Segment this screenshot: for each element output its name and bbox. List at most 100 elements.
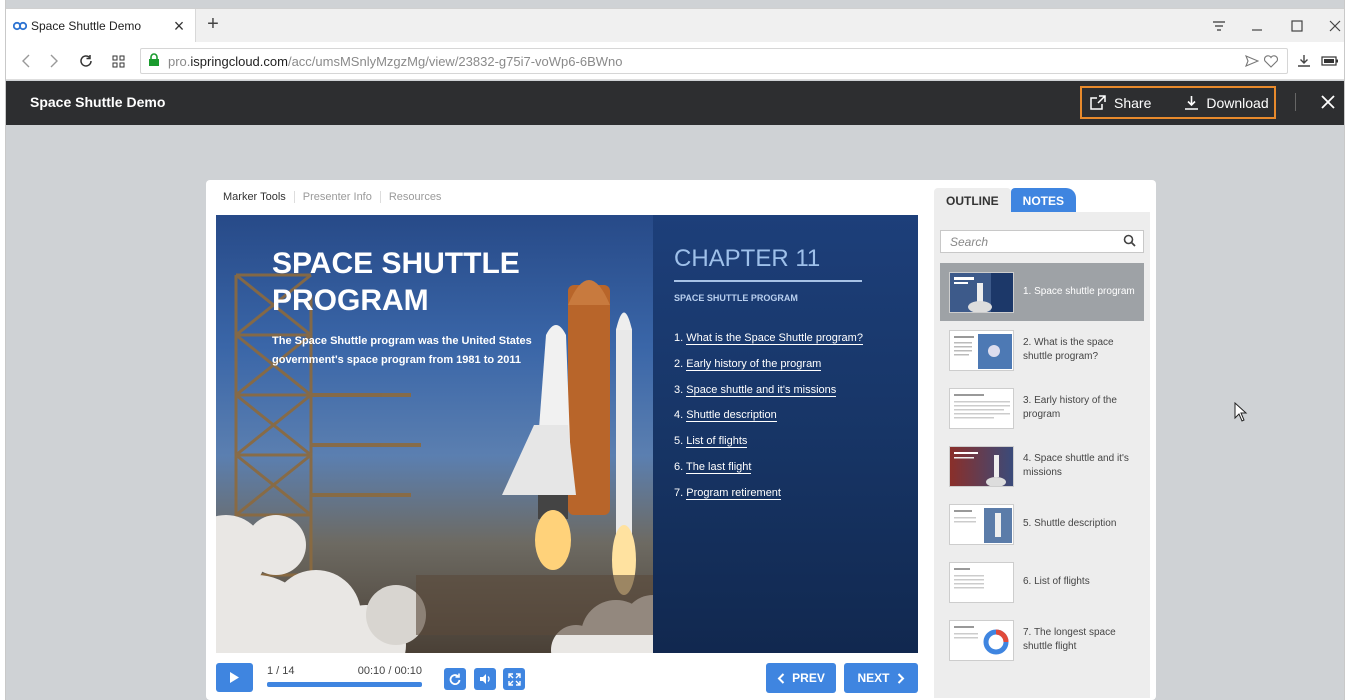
toc-link[interactable]: Program retirement	[686, 486, 781, 500]
outline-label: 7. The longest space shuttle flight	[1023, 627, 1116, 652]
outline-item[interactable]: 2. What is the space shuttle program?	[940, 321, 1144, 379]
prev-label: PREV	[792, 671, 825, 685]
outline-list: 1. Space shuttle program 2. What is the …	[940, 263, 1144, 669]
header-divider	[1295, 93, 1296, 111]
next-button[interactable]: NEXT	[844, 663, 918, 693]
replay-button[interactable]	[444, 668, 466, 690]
close-tab-icon[interactable]: ×	[169, 16, 189, 37]
outline-panel: Search 1. Space shuttle program 2. What …	[934, 212, 1150, 698]
volume-icon	[479, 674, 490, 684]
outline-item[interactable]: 7. The longest space shuttle flight	[940, 611, 1144, 669]
progress: 1 / 14 00:10 / 00:10	[267, 665, 422, 687]
outline-item[interactable]: 4. Space shuttle and it's missions	[940, 437, 1144, 495]
slide-thumbnail	[949, 329, 1014, 371]
prev-button[interactable]: PREV	[766, 663, 836, 693]
chapter-heading: CHAPTER 11	[674, 245, 862, 282]
toc-link[interactable]: The last flight	[686, 460, 752, 474]
url-domain: ispringcloud.com	[190, 53, 288, 69]
slide-title: SPACE SHUTTLE PROGRAM	[272, 247, 520, 317]
close-window-icon[interactable]	[1316, 9, 1349, 43]
volume-button[interactable]	[474, 668, 496, 690]
search-input[interactable]: Search	[940, 230, 1144, 253]
url-input[interactable]: pro. ispringcloud.com/acc/umsMSnlyMzgzMg/…	[140, 48, 1288, 74]
playback-controls: 1 / 14 00:10 / 00:10 PREV NEXT	[216, 663, 918, 693]
toc-link[interactable]: What is the Space Shuttle program?	[686, 332, 863, 345]
tab-outline[interactable]: OUTLINE	[934, 188, 1011, 213]
slide-thumbnail	[949, 445, 1014, 487]
battery-icon	[1320, 52, 1340, 70]
slide-thumbnail	[949, 503, 1014, 545]
share-label: Share	[1114, 94, 1152, 111]
outline-item[interactable]: 5. Shuttle description	[940, 495, 1144, 553]
toc-item: 3. Space shuttle and it's missions	[674, 383, 837, 397]
slide-chapter-panel: CHAPTER 11 SPACE SHUTTLE PROGRAM 1. What…	[653, 215, 918, 653]
presentation-title: Space Shuttle Demo	[30, 94, 166, 110]
slide-description: The Space Shuttle program was the United…	[272, 335, 532, 366]
reload-icon[interactable]	[76, 51, 96, 71]
tab-presenter-info[interactable]: Presenter Info	[293, 191, 380, 203]
toc-item: 6. The last flight	[674, 460, 752, 474]
tab-menu-icon[interactable]	[1200, 9, 1238, 43]
slide-view[interactable]: SPACE SHUTTLE PROGRAM The Space Shuttle …	[216, 215, 918, 653]
url-prefix: pro.	[168, 53, 191, 69]
sidebar-tabs: OUTLINE NOTES	[934, 188, 1077, 213]
browser-tab[interactable]: Space Shuttle Demo ×	[6, 9, 196, 43]
new-tab-button[interactable]: +	[202, 13, 224, 36]
browser-window: Space Shuttle Demo × + pro. ispringcloud…	[5, 0, 1345, 700]
url-actions	[1245, 54, 1279, 71]
lock-icon	[148, 52, 160, 70]
slide-thumbnail	[949, 619, 1014, 661]
download-icon	[1185, 96, 1199, 110]
tab-notes[interactable]: NOTES	[1010, 188, 1077, 213]
download-manager-icon[interactable]	[1294, 52, 1314, 70]
app-header: Space Shuttle Demo Share Download	[6, 81, 1344, 125]
toc-link[interactable]: Early history of the program	[686, 357, 822, 371]
outline-label: 5. Shuttle description	[1023, 518, 1117, 529]
toc-link[interactable]: List of flights	[686, 435, 748, 449]
play-icon	[230, 672, 239, 683]
outline-label: 2. What is the space shuttle program?	[1023, 337, 1114, 362]
forward-icon[interactable]	[44, 51, 64, 71]
toc-item: 2. Early history of the program	[674, 357, 822, 371]
slide-thumbnail	[949, 561, 1014, 603]
outline-label: 1. Space shuttle program	[1023, 286, 1135, 297]
download-button[interactable]: Download	[1184, 95, 1269, 111]
chapter-subtitle: SPACE SHUTTLE PROGRAM	[674, 293, 798, 303]
sidebar: OUTLINE NOTES Search 1. Space shuttle pr…	[934, 188, 1150, 698]
tab-marker-tools[interactable]: Marker Tools	[223, 191, 294, 203]
maximize-icon[interactable]	[1278, 9, 1316, 43]
heart-icon[interactable]	[1263, 54, 1279, 71]
url-path: /acc/umsMSnlyMzgzMg/view/23832-g75i7-voW…	[287, 53, 623, 69]
outline-item[interactable]: 3. Early history of the program	[940, 379, 1144, 437]
progress-bar[interactable]	[267, 682, 422, 687]
grid-icon[interactable]	[108, 51, 128, 71]
share-icon	[1090, 95, 1106, 110]
minimize-icon[interactable]	[1238, 9, 1276, 43]
play-button[interactable]	[216, 663, 253, 692]
address-bar: pro. ispringcloud.com/acc/umsMSnlyMzgzMg/…	[6, 42, 1344, 80]
fullscreen-button[interactable]	[503, 668, 525, 690]
toc-item: 4. Shuttle description	[674, 409, 777, 423]
tab-resources[interactable]: Resources	[379, 191, 450, 203]
outline-item[interactable]: 6. List of flights	[940, 553, 1144, 611]
outline-label: 3. Early history of the program	[1023, 395, 1117, 420]
slide-thumbnail	[949, 387, 1014, 429]
mouse-cursor-icon	[1234, 401, 1248, 427]
search-icon[interactable]	[1123, 234, 1136, 250]
replay-icon	[449, 673, 460, 685]
fullscreen-icon	[507, 672, 521, 686]
next-label: NEXT	[857, 671, 890, 685]
toc-link[interactable]: Shuttle description	[686, 409, 777, 423]
toc-item: 7. Program retirement	[674, 486, 781, 500]
slide-counter: 1 / 14	[267, 665, 295, 677]
outline-item[interactable]: 1. Space shuttle program	[940, 263, 1144, 321]
ispring-logo-icon	[12, 18, 28, 34]
time-display: 00:10 / 00:10	[357, 665, 422, 677]
chevron-left-icon	[777, 672, 785, 684]
toc-item: 1. What is the Space Shuttle program?	[674, 332, 863, 345]
send-icon[interactable]	[1245, 54, 1260, 71]
share-button[interactable]: Share	[1090, 95, 1151, 111]
close-viewer-icon[interactable]	[1318, 92, 1338, 112]
toc-link[interactable]: Space shuttle and it's missions	[686, 383, 837, 397]
back-icon[interactable]	[16, 51, 36, 71]
